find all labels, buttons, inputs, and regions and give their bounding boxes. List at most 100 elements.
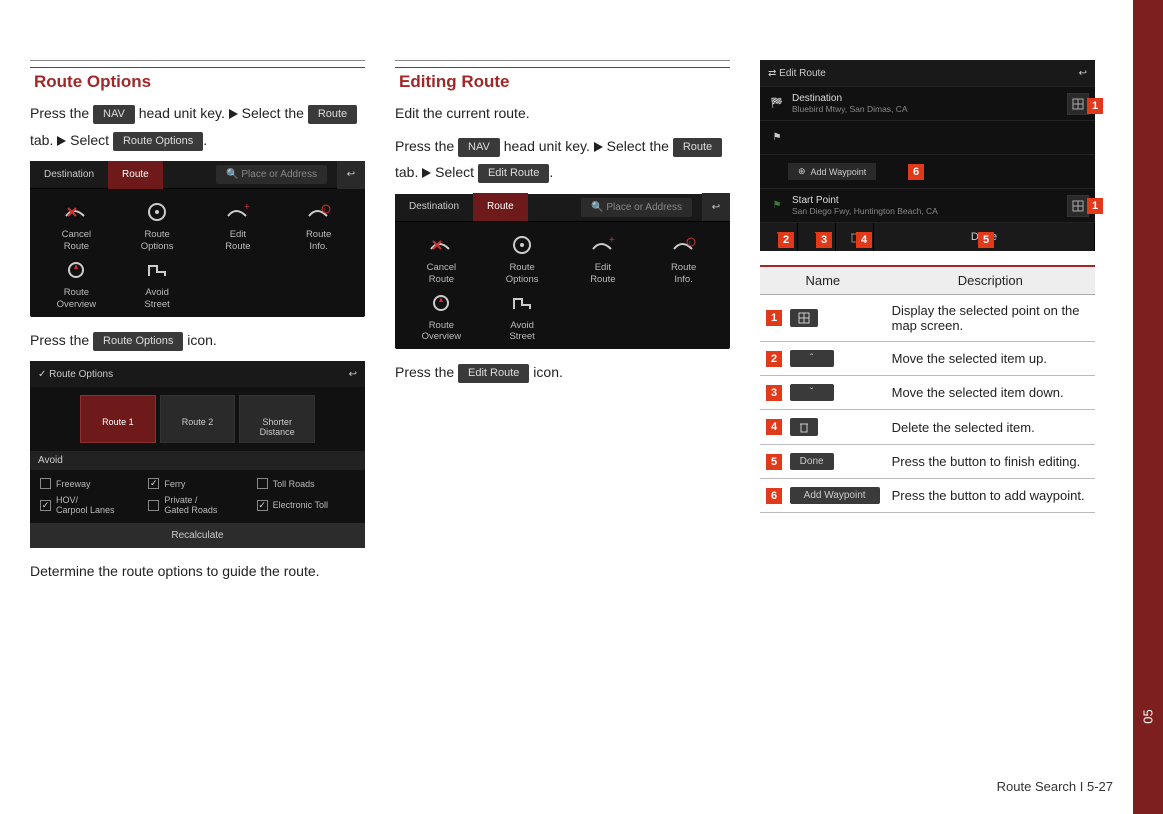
triangle-icon <box>422 168 431 178</box>
recalculate-button[interactable]: Recalculate <box>30 523 365 548</box>
avoid-checkbox[interactable]: Private /Gated Roads <box>148 495 246 515</box>
map-button[interactable] <box>1067 93 1089 115</box>
tab-route[interactable]: Route <box>108 161 163 189</box>
avoid-checkbox[interactable]: Electronic Toll <box>257 495 355 515</box>
waypoint-flag-icon: ⚑ <box>766 132 788 143</box>
route-card[interactable]: ShorterDistance <box>239 395 315 443</box>
screenshot-edit-route: ⇄ Edit Route ↩ 🏁 Destination Bluebird Mt… <box>760 60 1095 251</box>
table-row: 3 ˇ Move the selected item down. <box>760 376 1095 410</box>
description-cell: Press the button to add waypoint. <box>886 479 1095 513</box>
check-icon: ✓ <box>38 369 46 380</box>
back-icon[interactable]: ↩ <box>702 193 730 221</box>
route-menu-item[interactable]: iRouteInfo. <box>278 199 359 253</box>
route-menu-item[interactable]: CancelRoute <box>401 232 482 286</box>
up-icon: ˆ <box>790 350 834 367</box>
back-icon[interactable]: ↩ <box>1079 68 1087 79</box>
tab-destination[interactable]: Destination <box>30 161 108 189</box>
determine-line: Determine the route options to guide the… <box>30 558 365 585</box>
table-row: 1 Display the selected point on the map … <box>760 295 1095 342</box>
destination-row[interactable]: 🏁 Destination Bluebird Mtwy, San Dimas, … <box>760 86 1095 120</box>
avoid-checkbox[interactable]: Toll Roads <box>257 478 355 489</box>
avoid-checkbox[interactable]: Freeway <box>40 478 138 489</box>
back-icon[interactable]: ↩ <box>337 161 365 189</box>
callout-number: 4 <box>766 419 782 435</box>
route-icon: ⇄ <box>768 68 776 79</box>
description-table: Name Description 1 Display the selected … <box>760 265 1095 513</box>
table-row: 4 Delete the selected item. <box>760 410 1095 445</box>
callout-1b: 1 <box>1087 198 1103 214</box>
add-waypoint-row[interactable]: ⊕ Add Waypoint <box>760 154 1095 188</box>
screenshot-route-options-detail: ✓ Route Options ↩ Route 1Route 2ShorterD… <box>30 361 365 548</box>
callout-6: 6 <box>908 164 924 180</box>
callout-number: 5 <box>766 454 782 470</box>
table-row: 5 DonePress the button to finish editing… <box>760 445 1095 479</box>
route-menu-item[interactable]: AvoidStreet <box>117 257 198 311</box>
destination-flag-icon: 🏁 <box>766 98 788 109</box>
map-button[interactable] <box>1067 195 1089 217</box>
callout-number: 3 <box>766 385 782 401</box>
route-card[interactable]: Route 1 <box>80 395 156 443</box>
edit-route-chip: Edit Route <box>478 164 549 183</box>
th-description: Description <box>886 266 1095 295</box>
waypoint-flag-row: ⚑ <box>760 120 1095 154</box>
press-route-options-line: Press the Route Options icon. <box>30 327 365 354</box>
trash-icon <box>790 418 818 436</box>
description-cell: Move the selected item up. <box>886 342 1095 376</box>
search-input[interactable]: 🔍 Place or Address <box>581 198 692 217</box>
svg-text:+: + <box>609 235 615 246</box>
tab-destination[interactable]: Destination <box>395 193 473 221</box>
callout-number: 6 <box>766 488 782 504</box>
route-card[interactable]: Route 2 <box>160 395 236 443</box>
down-icon: ˇ <box>790 384 834 401</box>
triangle-icon <box>594 142 603 152</box>
tab-route[interactable]: Route <box>473 193 528 221</box>
heading-route-options: Route Options <box>30 67 365 94</box>
route-options-chip: Route Options <box>93 332 183 351</box>
search-input[interactable]: 🔍 Place or Address <box>216 165 327 184</box>
avoid-checkbox[interactable]: HOV/Carpool Lanes <box>40 495 138 515</box>
callout-5: 5 <box>978 232 994 248</box>
avoid-label: Avoid <box>30 451 365 470</box>
edit-route-chip: Edit Route <box>458 364 529 383</box>
callout-2: 2 <box>778 232 794 248</box>
chapter-number: 05 <box>1141 702 1156 732</box>
route-options-chip: Route Options <box>113 132 203 151</box>
route-menu-item[interactable]: AvoidStreet <box>482 290 563 344</box>
press-edit-route-line: Press the Edit Route icon. <box>395 359 730 386</box>
page-footer: Route Search I 5-27 <box>997 779 1113 794</box>
route-menu-item[interactable]: +EditRoute <box>198 199 279 253</box>
callout-1a: 1 <box>1087 98 1103 114</box>
route-menu-item[interactable]: RouteOptions <box>482 232 563 286</box>
description-cell: Move the selected item down. <box>886 376 1095 410</box>
page-content: Route Options Press the NAV head unit ke… <box>30 60 1130 800</box>
screenshot-route-menu-2: Destination Route 🔍 Place or Address ↩ C… <box>395 194 730 350</box>
route-menu-item[interactable]: CancelRoute <box>36 199 117 253</box>
description-cell: Delete the selected item. <box>886 410 1095 445</box>
route-menu-item[interactable]: iRouteInfo. <box>643 232 724 286</box>
route-menu-item[interactable]: RouteOverview <box>36 257 117 311</box>
column-edit-route-table: ⇄ Edit Route ↩ 🏁 Destination Bluebird Mt… <box>760 60 1095 591</box>
description-cell: Press the button to finish editing. <box>886 445 1095 479</box>
callout-number: 2 <box>766 351 782 367</box>
route-tab-chip: Route <box>673 138 722 157</box>
chapter-sidebar: 05 <box>1133 0 1163 814</box>
start-point-row[interactable]: ⚑ Start Point San Diego Fwy, Huntington … <box>760 188 1095 222</box>
nav-key-chip: NAV <box>93 105 135 124</box>
avoid-checkbox[interactable]: Ferry <box>148 478 246 489</box>
table-row: 2 ˆ Move the selected item up. <box>760 342 1095 376</box>
intro-route-options: Press the NAV head unit key. Select the … <box>30 100 365 153</box>
route-menu-item[interactable]: +EditRoute <box>563 232 644 286</box>
triangle-icon <box>57 136 66 146</box>
route-menu-item[interactable]: RouteOverview <box>401 290 482 344</box>
th-name: Name <box>760 266 886 295</box>
route-menu-item[interactable]: RouteOptions <box>117 199 198 253</box>
triangle-icon <box>229 109 238 119</box>
description-cell: Display the selected point on the map sc… <box>886 295 1095 342</box>
start-flag-icon: ⚑ <box>766 200 788 211</box>
back-icon[interactable]: ↩ <box>349 369 357 380</box>
add-waypoint-button[interactable]: ⊕ Add Waypoint <box>788 163 876 180</box>
callout-4: 4 <box>856 232 872 248</box>
route-tab-chip: Route <box>308 105 357 124</box>
heading-editing-route: Editing Route <box>395 67 730 94</box>
nav-key-chip: NAV <box>458 138 500 157</box>
